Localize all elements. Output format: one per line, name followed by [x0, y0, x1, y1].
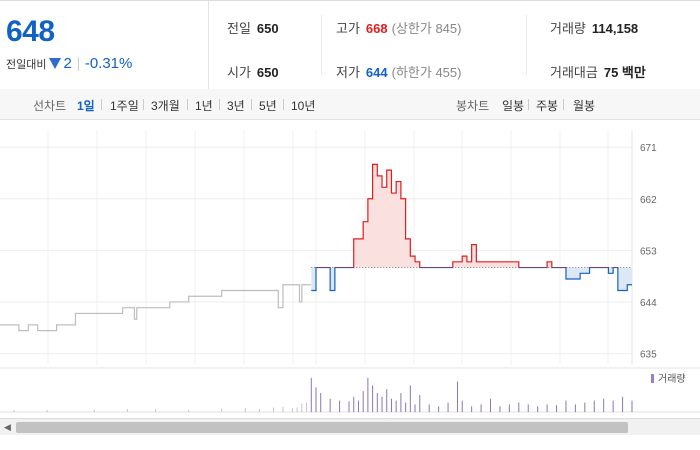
intraday-price-chart[interactable]: 671 662 653 644 635 거래량	[0, 120, 700, 418]
stat-label: 고가	[336, 21, 360, 36]
down-triangle-icon	[49, 58, 62, 69]
period-separator	[219, 99, 220, 110]
stat-label: 전일	[227, 21, 251, 36]
today-series	[311, 163, 632, 292]
stat-value: 75 백만	[603, 65, 646, 80]
period-3y[interactable]: 3년	[227, 97, 245, 114]
y-tick-label: 644	[640, 298, 657, 309]
period-separator	[187, 99, 188, 110]
period-1d[interactable]: 1일	[77, 97, 95, 114]
candle-monthly[interactable]: 월봉	[573, 97, 595, 114]
change-separator	[77, 56, 79, 71]
stats-grid: 전일 650 고가 668 (상한가 845) 거래량 114,158 시가 650 저가…	[209, 1, 700, 89]
candle-chart-label: 봉차트	[456, 99, 490, 113]
stats-divider	[526, 15, 527, 75]
y-tick-label: 662	[640, 195, 657, 206]
chart-grid	[0, 130, 633, 365]
prev-day-series	[0, 284, 312, 332]
period-10y[interactable]: 10년	[291, 97, 315, 114]
stat-sub: (하한가 455)	[391, 65, 462, 80]
y-axis-ticks: 671 662 653 644 635	[640, 143, 657, 360]
chart-period-bar: 선차트 1일 1주일 3개월 1년 3년 5년 10년 봉차트 일봉 주봉 월봉	[0, 89, 700, 120]
candle-daily[interactable]: 일봉	[502, 97, 524, 114]
change-label: 전일대비	[6, 58, 47, 71]
current-price: 648	[6, 15, 55, 48]
stat-open: 시가 650	[227, 62, 279, 81]
period-separator	[251, 99, 252, 110]
stat-value: 668	[365, 21, 388, 36]
period-5y[interactable]: 5년	[259, 97, 277, 114]
candle-weekly[interactable]: 주봉	[536, 97, 558, 114]
stat-low: 저가 644 (하한가 455)	[336, 62, 461, 81]
price-box: 648 전일대비 2 -0.31%	[0, 1, 209, 89]
change-amount: 2	[63, 55, 72, 72]
stat-prev-close: 전일 650	[227, 18, 279, 37]
change-percent: -0.31%	[84, 55, 133, 72]
stat-value: 644	[365, 65, 388, 80]
change-row: 전일대비 2 -0.31%	[6, 55, 132, 72]
stat-high: 고가 668 (상한가 845)	[336, 18, 461, 37]
stat-value: 650	[256, 21, 279, 36]
period-3m[interactable]: 3개월	[151, 97, 180, 114]
stat-label: 시가	[227, 65, 251, 80]
period-separator	[563, 99, 564, 110]
volume-legend-swatch	[651, 374, 654, 383]
stat-label: 저가	[336, 65, 360, 80]
period-1w[interactable]: 1주일	[110, 97, 139, 114]
y-tick-label: 653	[640, 246, 657, 257]
scrollbar-thumb[interactable]	[16, 422, 628, 433]
stat-trading-value: 거래대금 75 백만	[550, 62, 646, 81]
y-tick-label: 635	[640, 350, 657, 361]
stat-sub: (상한가 845)	[391, 21, 462, 36]
volume-chart	[0, 367, 700, 413]
chart-scrollbar[interactable]: ◀	[0, 418, 700, 435]
stat-label: 거래대금	[550, 65, 598, 80]
stat-value: 114,158	[591, 21, 639, 36]
volume-legend-label: 거래량	[658, 373, 686, 385]
period-1y[interactable]: 1년	[195, 97, 213, 114]
stat-value: 650	[256, 65, 279, 80]
stock-quote-panel: 648 전일대비 2 -0.31% 전일 650 고가 668 (상한가 845) 거…	[0, 0, 700, 90]
period-separator	[143, 99, 144, 110]
period-separator	[101, 99, 102, 110]
period-separator	[283, 99, 284, 110]
line-chart-label: 선차트	[33, 99, 67, 113]
period-separator	[528, 99, 529, 110]
scroll-left-icon[interactable]: ◀	[4, 422, 11, 433]
down-area	[311, 267, 632, 291]
prev-day-line	[0, 284, 312, 332]
stat-volume: 거래량 114,158	[550, 18, 638, 37]
stat-label: 거래량	[550, 21, 586, 36]
stats-divider	[321, 15, 322, 75]
y-tick-label: 671	[640, 143, 657, 154]
